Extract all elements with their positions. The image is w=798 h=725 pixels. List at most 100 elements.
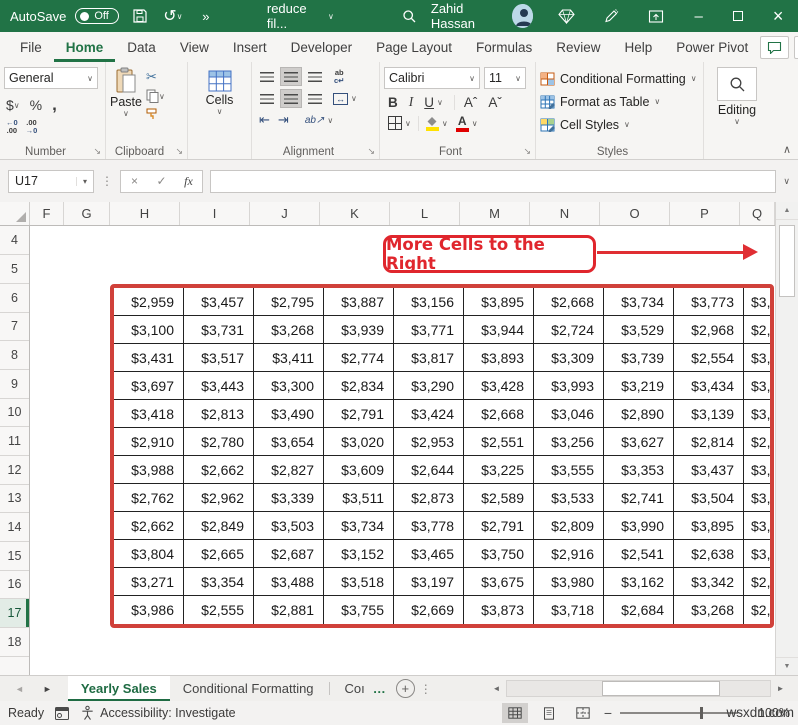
cell[interactable]: $3,256: [534, 428, 604, 456]
autosave-toggle[interactable]: Off: [75, 8, 119, 24]
col-header-J[interactable]: J: [250, 202, 320, 225]
name-box-dropdown-icon[interactable]: ▾: [76, 176, 93, 186]
cell[interactable]: $3,465: [394, 540, 464, 568]
underline-button[interactable]: U ∨: [424, 95, 443, 110]
format-painter-icon[interactable]: [146, 107, 160, 120]
more-sheets-ellipsis[interactable]: …: [369, 676, 390, 701]
cell[interactable]: $3,654: [254, 428, 324, 456]
cell[interactable]: $2,: [744, 428, 771, 456]
cell[interactable]: $3,290: [394, 372, 464, 400]
tab-formulas[interactable]: Formulas: [464, 32, 544, 62]
clipboard-dialog-launcher-icon[interactable]: ↘: [175, 146, 183, 157]
cell[interactable]: $2,953: [394, 428, 464, 456]
cell[interactable]: $2,774: [324, 344, 394, 372]
zoom-out-button[interactable]: −: [604, 705, 612, 721]
cell[interactable]: $3,980: [534, 568, 604, 596]
comments-button[interactable]: [760, 35, 790, 59]
cell[interactable]: $2,968: [674, 316, 744, 344]
cell[interactable]: $3,100: [114, 316, 184, 344]
cell[interactable]: $3,609: [324, 456, 394, 484]
enter-formula-button[interactable]: ✓: [148, 174, 175, 188]
cell[interactable]: $3,893: [464, 344, 534, 372]
increase-font-button[interactable]: Aˆ: [453, 94, 477, 110]
cell[interactable]: $3,817: [394, 344, 464, 372]
select-all-corner[interactable]: [0, 202, 30, 225]
sheet-tab-truncated[interactable]: Coı: [332, 676, 369, 701]
row-header-11[interactable]: 11: [0, 427, 29, 456]
col-header-K[interactable]: K: [320, 202, 390, 225]
cell[interactable]: $3,046: [534, 400, 604, 428]
cut-button[interactable]: ✂: [146, 69, 165, 85]
cell[interactable]: $2,959: [114, 288, 184, 316]
cell[interactable]: $2,541: [604, 540, 674, 568]
cell[interactable]: $2,849: [184, 512, 254, 540]
center-button[interactable]: [280, 89, 302, 108]
sheet-tab-conditional-formatting[interactable]: Conditional Formatting: [170, 676, 327, 701]
col-header-G[interactable]: G: [64, 202, 110, 225]
decrease-font-button[interactable]: Aˇ: [488, 95, 502, 110]
cell[interactable]: $3,268: [674, 596, 744, 624]
align-right-button[interactable]: [304, 89, 326, 108]
cell[interactable]: $2,834: [324, 372, 394, 400]
draw-pen-icon[interactable]: [589, 0, 633, 32]
cell[interactable]: $2,665: [184, 540, 254, 568]
cell[interactable]: $3,718: [534, 596, 604, 624]
cell[interactable]: $2,762: [114, 484, 184, 512]
cell[interactable]: $3,: [744, 344, 771, 372]
name-box[interactable]: U17 ▾: [8, 169, 94, 193]
cell[interactable]: $3,: [744, 288, 771, 316]
bottom-align-button[interactable]: [304, 67, 326, 86]
cell[interactable]: $3,457: [184, 288, 254, 316]
expand-formula-bar-icon[interactable]: ∨: [783, 176, 790, 187]
undo-icon[interactable]: ↺ ∨: [161, 0, 185, 32]
cell[interactable]: $2,741: [604, 484, 674, 512]
row-header-9[interactable]: 9: [0, 370, 29, 399]
col-header-P[interactable]: P: [670, 202, 740, 225]
cell[interactable]: $2,791: [464, 512, 534, 540]
comma-style-button[interactable]: ,: [52, 95, 57, 115]
decrease-decimal-button[interactable]: .00 →0: [26, 119, 38, 135]
save-icon[interactable]: [128, 0, 152, 32]
cell[interactable]: $3,993: [534, 372, 604, 400]
cell[interactable]: $3,731: [184, 316, 254, 344]
prev-sheet-icon[interactable]: ◄: [15, 684, 24, 694]
cell[interactable]: $2,589: [464, 484, 534, 512]
cell[interactable]: $3,: [744, 400, 771, 428]
cell[interactable]: $2,873: [394, 484, 464, 512]
cell[interactable]: $2,809: [534, 512, 604, 540]
increase-indent-button[interactable]: ⇥: [278, 112, 289, 128]
cell[interactable]: $3,734: [324, 512, 394, 540]
row-header-14[interactable]: 14: [0, 513, 29, 542]
col-header-N[interactable]: N: [530, 202, 600, 225]
row-header-12[interactable]: 12: [0, 456, 29, 485]
tab-insert[interactable]: Insert: [221, 32, 279, 62]
horizontal-scrollbar[interactable]: ◄ ►: [487, 680, 790, 697]
cell[interactable]: $3,533: [534, 484, 604, 512]
cell[interactable]: $3,156: [394, 288, 464, 316]
cell[interactable]: $3,503: [254, 512, 324, 540]
cell[interactable]: $3,488: [254, 568, 324, 596]
col-header-I[interactable]: I: [180, 202, 250, 225]
cell[interactable]: $3,354: [184, 568, 254, 596]
number-format-dropdown[interactable]: General ∨: [4, 67, 98, 89]
cell[interactable]: $2,910: [114, 428, 184, 456]
horizontal-scroll-thumb[interactable]: [602, 681, 720, 696]
decrease-indent-button[interactable]: ⇤: [259, 112, 270, 128]
cell[interactable]: $3,518: [324, 568, 394, 596]
cell[interactable]: $2,: [744, 596, 770, 624]
cell[interactable]: $3,773: [674, 288, 744, 316]
cell[interactable]: $3,424: [394, 400, 464, 428]
normal-view-button[interactable]: [501, 703, 528, 723]
percent-style-button[interactable]: %: [30, 97, 42, 113]
cell[interactable]: $3,: [744, 456, 771, 484]
font-dialog-launcher-icon[interactable]: ↘: [523, 146, 531, 157]
cell[interactable]: $2,662: [184, 456, 254, 484]
page-layout-view-button[interactable]: [536, 703, 562, 723]
cell[interactable]: $3,778: [394, 512, 464, 540]
cell[interactable]: $3,219: [604, 372, 674, 400]
cell[interactable]: $3,268: [254, 316, 324, 344]
cell[interactable]: $3,152: [324, 540, 394, 568]
cell[interactable]: $3,944: [464, 316, 534, 344]
cell[interactable]: $3,225: [464, 456, 534, 484]
font-family-dropdown[interactable]: Calibri ∨: [384, 67, 480, 89]
